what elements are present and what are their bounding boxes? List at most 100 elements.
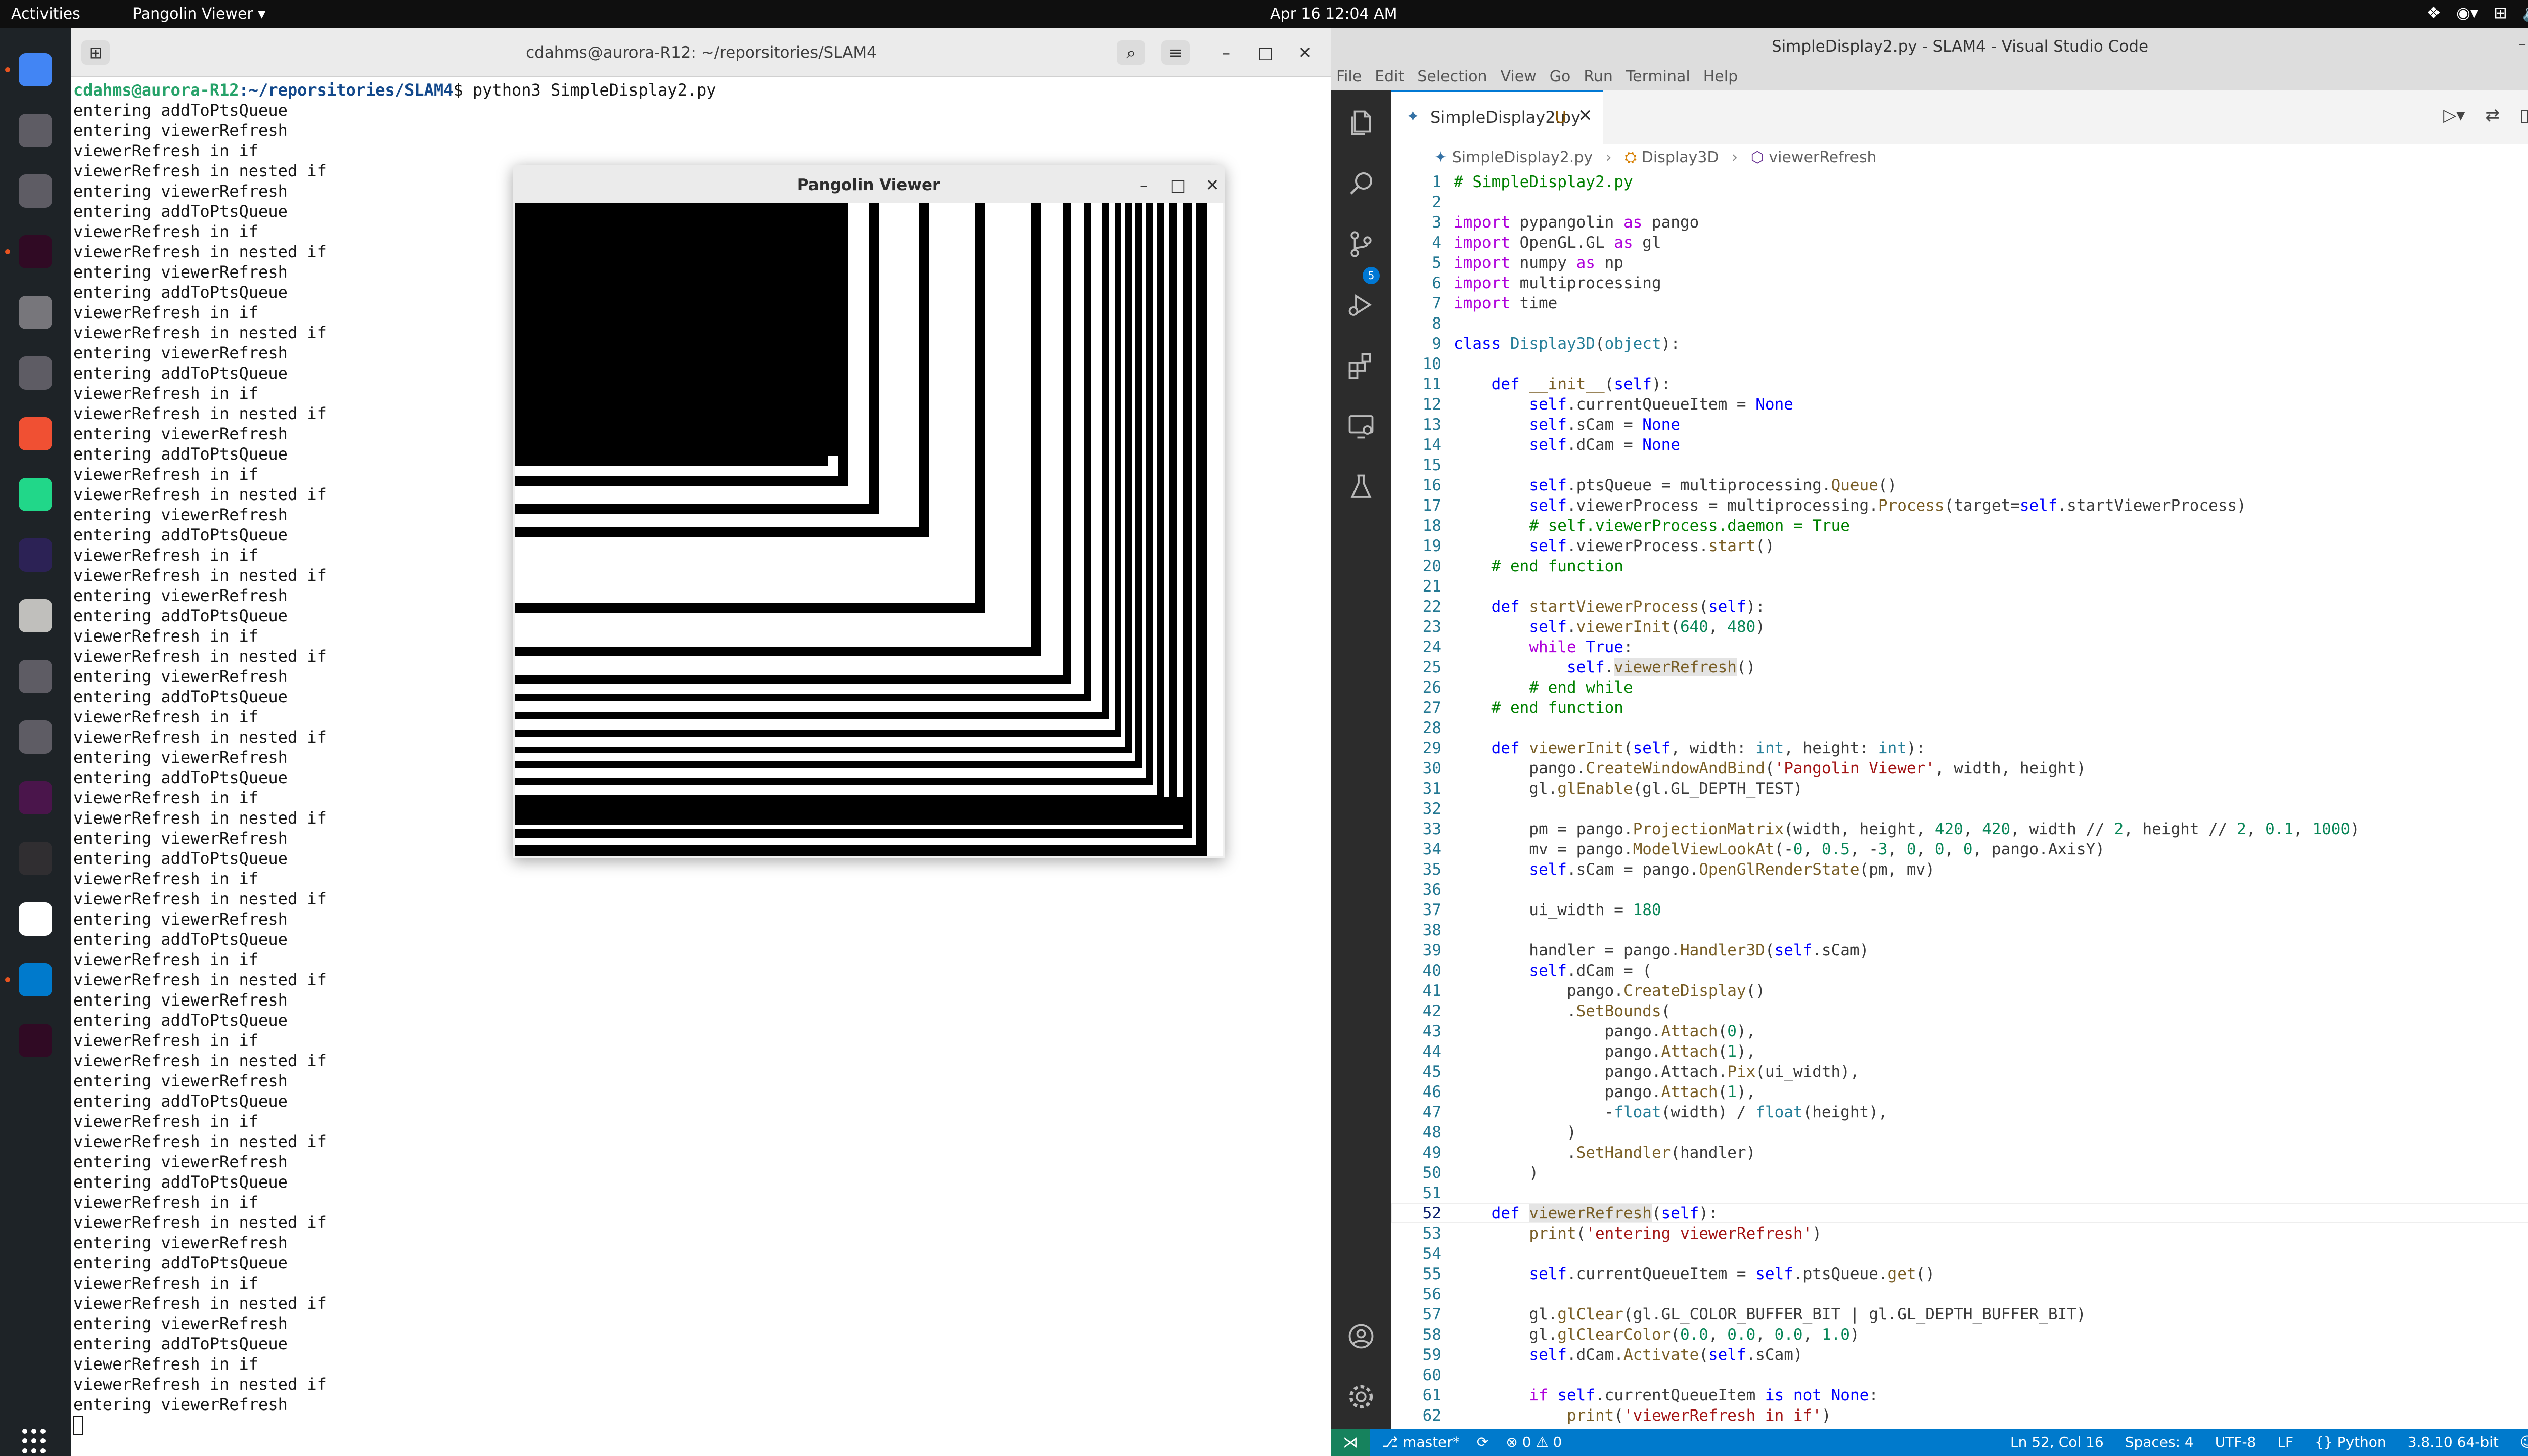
code-line[interactable]: 26 # end while: [1391, 677, 2528, 698]
code-line[interactable]: 43 pango.Attach(0),: [1391, 1021, 2528, 1041]
timer-icon[interactable]: [14, 898, 57, 940]
minimize-icon[interactable]: –: [1130, 173, 1158, 197]
vscode-icon[interactable]: [14, 959, 57, 1001]
testing-icon[interactable]: [1343, 469, 1379, 505]
code-line[interactable]: 50 ): [1391, 1163, 2528, 1183]
vscode-window[interactable]: SimpleDisplay2.py - SLAM4 - Visual Studi…: [1331, 28, 2528, 1456]
app-menu[interactable]: Pangolin Viewer ▾: [132, 5, 265, 23]
code-line[interactable]: 3 import pypangolin as pango: [1391, 212, 2528, 233]
breadcrumb-file[interactable]: SimpleDisplay2.py: [1452, 149, 1593, 166]
code-line[interactable]: 56: [1391, 1284, 2528, 1304]
feedback-icon[interactable]: ☺: [2520, 1434, 2528, 1450]
vscode-titlebar[interactable]: SimpleDisplay2.py - SLAM4 - Visual Studi…: [1331, 28, 2528, 64]
code-line[interactable]: 25 self.viewerRefresh(): [1391, 657, 2528, 677]
network-icon[interactable]: ⊞: [2494, 3, 2507, 23]
source-control-icon[interactable]: [1343, 226, 1379, 262]
branch-indicator[interactable]: ⎇ master*: [1382, 1434, 1460, 1450]
system-tray[interactable]: ❖ ◉▾ ⊞ 🔊 ⏻▾: [2426, 3, 2528, 23]
split-editor-icon[interactable]: ◫: [2520, 105, 2528, 125]
pangolin-titlebar[interactable]: Pangolin Viewer – □ ✕: [513, 165, 1225, 203]
code-line[interactable]: 21: [1391, 576, 2528, 597]
code-line[interactable]: 30 pango.CreateWindowAndBind('Pangolin V…: [1391, 758, 2528, 779]
end-of-line[interactable]: LF: [2277, 1434, 2293, 1450]
gear-icon[interactable]: [1343, 1379, 1379, 1415]
explorer-icon[interactable]: [1343, 105, 1379, 141]
code-line[interactable]: 44 pango.Attach(1),: [1391, 1041, 2528, 1062]
menu-selection[interactable]: Selection: [1417, 64, 1487, 90]
code-line[interactable]: 8: [1391, 313, 2528, 334]
run-icon[interactable]: ▷▾: [2443, 105, 2465, 125]
code-line[interactable]: 17 self.viewerProcess = multiprocessing.…: [1391, 495, 2528, 516]
code-line[interactable]: 9 class Display3D(object):: [1391, 334, 2528, 354]
disk-usage-icon[interactable]: [14, 595, 57, 637]
code-line[interactable]: 33 pm = pango.ProjectionMatrix(width, he…: [1391, 819, 2528, 839]
code-line[interactable]: 34 mv = pango.ModelViewLookAt(-0, 0.5, -…: [1391, 839, 2528, 859]
terminal-titlebar[interactable]: ⊞ cdahms@aurora-R12: ~/reporsitories/SLA…: [71, 28, 1331, 77]
code-line[interactable]: 49 .SetHandler(handler): [1391, 1143, 2528, 1163]
code-line[interactable]: 47 -float(width) / float(height),: [1391, 1102, 2528, 1122]
breadcrumb-class[interactable]: Display3D: [1642, 149, 1719, 166]
code-line[interactable]: 61 if self.currentQueueItem is not None:: [1391, 1385, 2528, 1405]
clock[interactable]: Apr 16 12:04 AM: [1270, 5, 1397, 23]
code-line[interactable]: 19 self.viewerProcess.start(): [1391, 536, 2528, 556]
activities-button[interactable]: Activities: [11, 5, 80, 23]
code-line[interactable]: 53 print('entering viewerRefresh'): [1391, 1223, 2528, 1244]
terminal-icon[interactable]: [14, 231, 57, 273]
code-line[interactable]: 4 import OpenGL.GL as gl: [1391, 233, 2528, 253]
code-line[interactable]: 18 # self.viewerProcess.daemon = True: [1391, 516, 2528, 536]
code-line[interactable]: 32: [1391, 799, 2528, 819]
menu-view[interactable]: View: [1501, 64, 1537, 90]
breadcrumb-method[interactable]: viewerRefresh: [1769, 149, 1876, 166]
compare-icon[interactable]: ⇄: [2485, 105, 2500, 125]
code-line[interactable]: 15: [1391, 455, 2528, 475]
maximize-icon[interactable]: □: [1251, 40, 1280, 65]
dropbox-icon[interactable]: ❖: [2426, 3, 2441, 23]
close-icon[interactable]: ✕: [1578, 106, 1593, 126]
slack-icon[interactable]: [14, 777, 57, 819]
code-line[interactable]: 48 ): [1391, 1122, 2528, 1143]
volume-icon[interactable]: 🔊: [2522, 3, 2528, 23]
code-line[interactable]: 12 self.currentQueueItem = None: [1391, 394, 2528, 415]
code-line[interactable]: 41 pango.CreateDisplay(): [1391, 981, 2528, 1001]
run-debug-icon[interactable]: [1343, 287, 1379, 323]
menu-edit[interactable]: Edit: [1375, 64, 1404, 90]
system-monitor-icon[interactable]: [14, 655, 57, 698]
indentation[interactable]: Spaces: 4: [2125, 1434, 2194, 1450]
eclipse-icon[interactable]: [14, 534, 57, 576]
pangolin-render-canvas[interactable]: [515, 203, 1223, 856]
code-line[interactable]: 20 # end function: [1391, 556, 2528, 576]
code-line[interactable]: 35 self.sCam = pango.OpenGlRenderState(p…: [1391, 859, 2528, 880]
code-line[interactable]: 57 gl.glClear(gl.GL_COLOR_BUFFER_BIT | g…: [1391, 1304, 2528, 1325]
encoding[interactable]: UTF-8: [2215, 1434, 2256, 1450]
code-line[interactable]: 13 self.sCam = None: [1391, 415, 2528, 435]
minimize-icon[interactable]: –: [2519, 35, 2526, 53]
code-line[interactable]: 59 self.dCam.Activate(self.sCam): [1391, 1345, 2528, 1365]
code-line[interactable]: 52 def viewerRefresh(self):: [1391, 1203, 2528, 1223]
code-line[interactable]: 51: [1391, 1183, 2528, 1203]
code-line[interactable]: 23 self.viewerInit(640, 480): [1391, 617, 2528, 637]
code-line[interactable]: 55 self.currentQueueItem = self.ptsQueue…: [1391, 1264, 2528, 1284]
close-icon[interactable]: ✕: [1291, 40, 1319, 65]
code-line[interactable]: 39 handler = pango.Handler3D(self.sCam): [1391, 940, 2528, 961]
cursor-position[interactable]: Ln 52, Col 16: [2010, 1434, 2104, 1450]
code-line[interactable]: 54: [1391, 1244, 2528, 1264]
pangolin-viewer-window[interactable]: Pangolin Viewer – □ ✕: [513, 165, 1225, 858]
search-icon[interactable]: ⌕: [1117, 40, 1145, 65]
code-line[interactable]: 27 # end function: [1391, 698, 2528, 718]
code-line[interactable]: 40 self.dCam = (: [1391, 961, 2528, 981]
tab-simpledisplay2[interactable]: ✦ SimpleDisplay2.py U ✕: [1391, 90, 1603, 144]
code-line[interactable]: 45 pango.Attach.Pix(ui_width),: [1391, 1062, 2528, 1082]
code-line[interactable]: 38: [1391, 920, 2528, 940]
git-icon[interactable]: [14, 413, 57, 455]
chrome-icon[interactable]: [14, 49, 57, 91]
hamburger-menu-icon[interactable]: ≡: [1161, 40, 1190, 65]
accessibility-icon[interactable]: ◉▾: [2456, 3, 2478, 23]
obs-studio-icon[interactable]: [14, 837, 57, 880]
accounts-icon[interactable]: [1343, 1318, 1379, 1354]
remote-indicator-icon[interactable]: ⋊: [1331, 1429, 1370, 1456]
terminal-2-icon[interactable]: [14, 1019, 57, 1062]
code-line[interactable]: 6 import multiprocessing: [1391, 273, 2528, 293]
code-line[interactable]: 37 ui_width = 180: [1391, 900, 2528, 920]
maximize-icon[interactable]: □: [1164, 173, 1192, 197]
code-line[interactable]: 5 import numpy as np: [1391, 253, 2528, 273]
